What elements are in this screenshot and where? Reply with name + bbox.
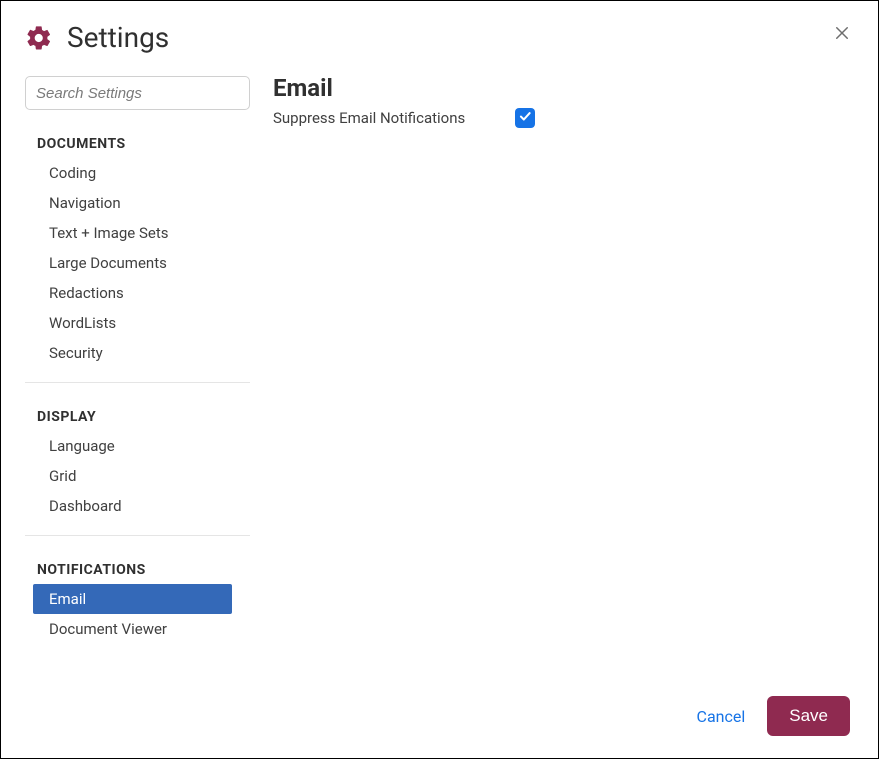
setting-label: Suppress Email Notifications [273, 109, 465, 127]
sidebar-item-coding[interactable]: Coding [33, 158, 232, 188]
divider [25, 535, 250, 536]
settings-modal: Settings DOCUMENTS Coding Navigation Tex… [0, 0, 879, 759]
sidebar-list-display: Language Grid Dashboard [25, 431, 232, 521]
sidebar-list-documents: Coding Navigation Text + Image Sets Larg… [25, 158, 232, 368]
sidebar-item-redactions[interactable]: Redactions [33, 278, 232, 308]
sidebar-section-display: DISPLAY [25, 409, 249, 425]
close-button[interactable] [828, 21, 856, 49]
sidebar-item-wordlists[interactable]: WordLists [33, 308, 232, 338]
setting-row-suppress-email: Suppress Email Notifications [273, 108, 854, 128]
settings-main-panel: Email Suppress Email Notifications [261, 64, 878, 696]
sidebar-item-language[interactable]: Language [33, 431, 232, 461]
save-button[interactable]: Save [767, 696, 850, 736]
sidebar-item-document-viewer[interactable]: Document Viewer [33, 614, 232, 644]
modal-header: Settings [1, 1, 878, 64]
sidebar-item-navigation[interactable]: Navigation [33, 188, 232, 218]
suppress-email-checkbox[interactable] [515, 108, 535, 128]
search-input[interactable] [25, 76, 250, 110]
close-icon [833, 24, 851, 46]
page-title: Settings [67, 21, 169, 54]
modal-body: DOCUMENTS Coding Navigation Text + Image… [1, 64, 878, 696]
sidebar-section-documents: DOCUMENTS [25, 136, 249, 152]
check-icon [518, 109, 532, 127]
sidebar-item-email[interactable]: Email [33, 584, 232, 614]
cancel-button[interactable]: Cancel [697, 707, 746, 726]
sidebar-list-notifications: Email Document Viewer [25, 584, 232, 644]
settings-sidebar: DOCUMENTS Coding Navigation Text + Image… [1, 64, 261, 696]
sidebar-item-large-documents[interactable]: Large Documents [33, 248, 232, 278]
modal-footer: Cancel Save [1, 696, 878, 758]
panel-heading: Email [273, 74, 854, 102]
sidebar-item-grid[interactable]: Grid [33, 461, 232, 491]
sidebar-section-notifications: NOTIFICATIONS [25, 562, 249, 578]
gear-icon [25, 24, 53, 52]
divider [25, 382, 250, 383]
sidebar-item-security[interactable]: Security [33, 338, 232, 368]
sidebar-item-dashboard[interactable]: Dashboard [33, 491, 232, 521]
sidebar-item-text-image-sets[interactable]: Text + Image Sets [33, 218, 232, 248]
